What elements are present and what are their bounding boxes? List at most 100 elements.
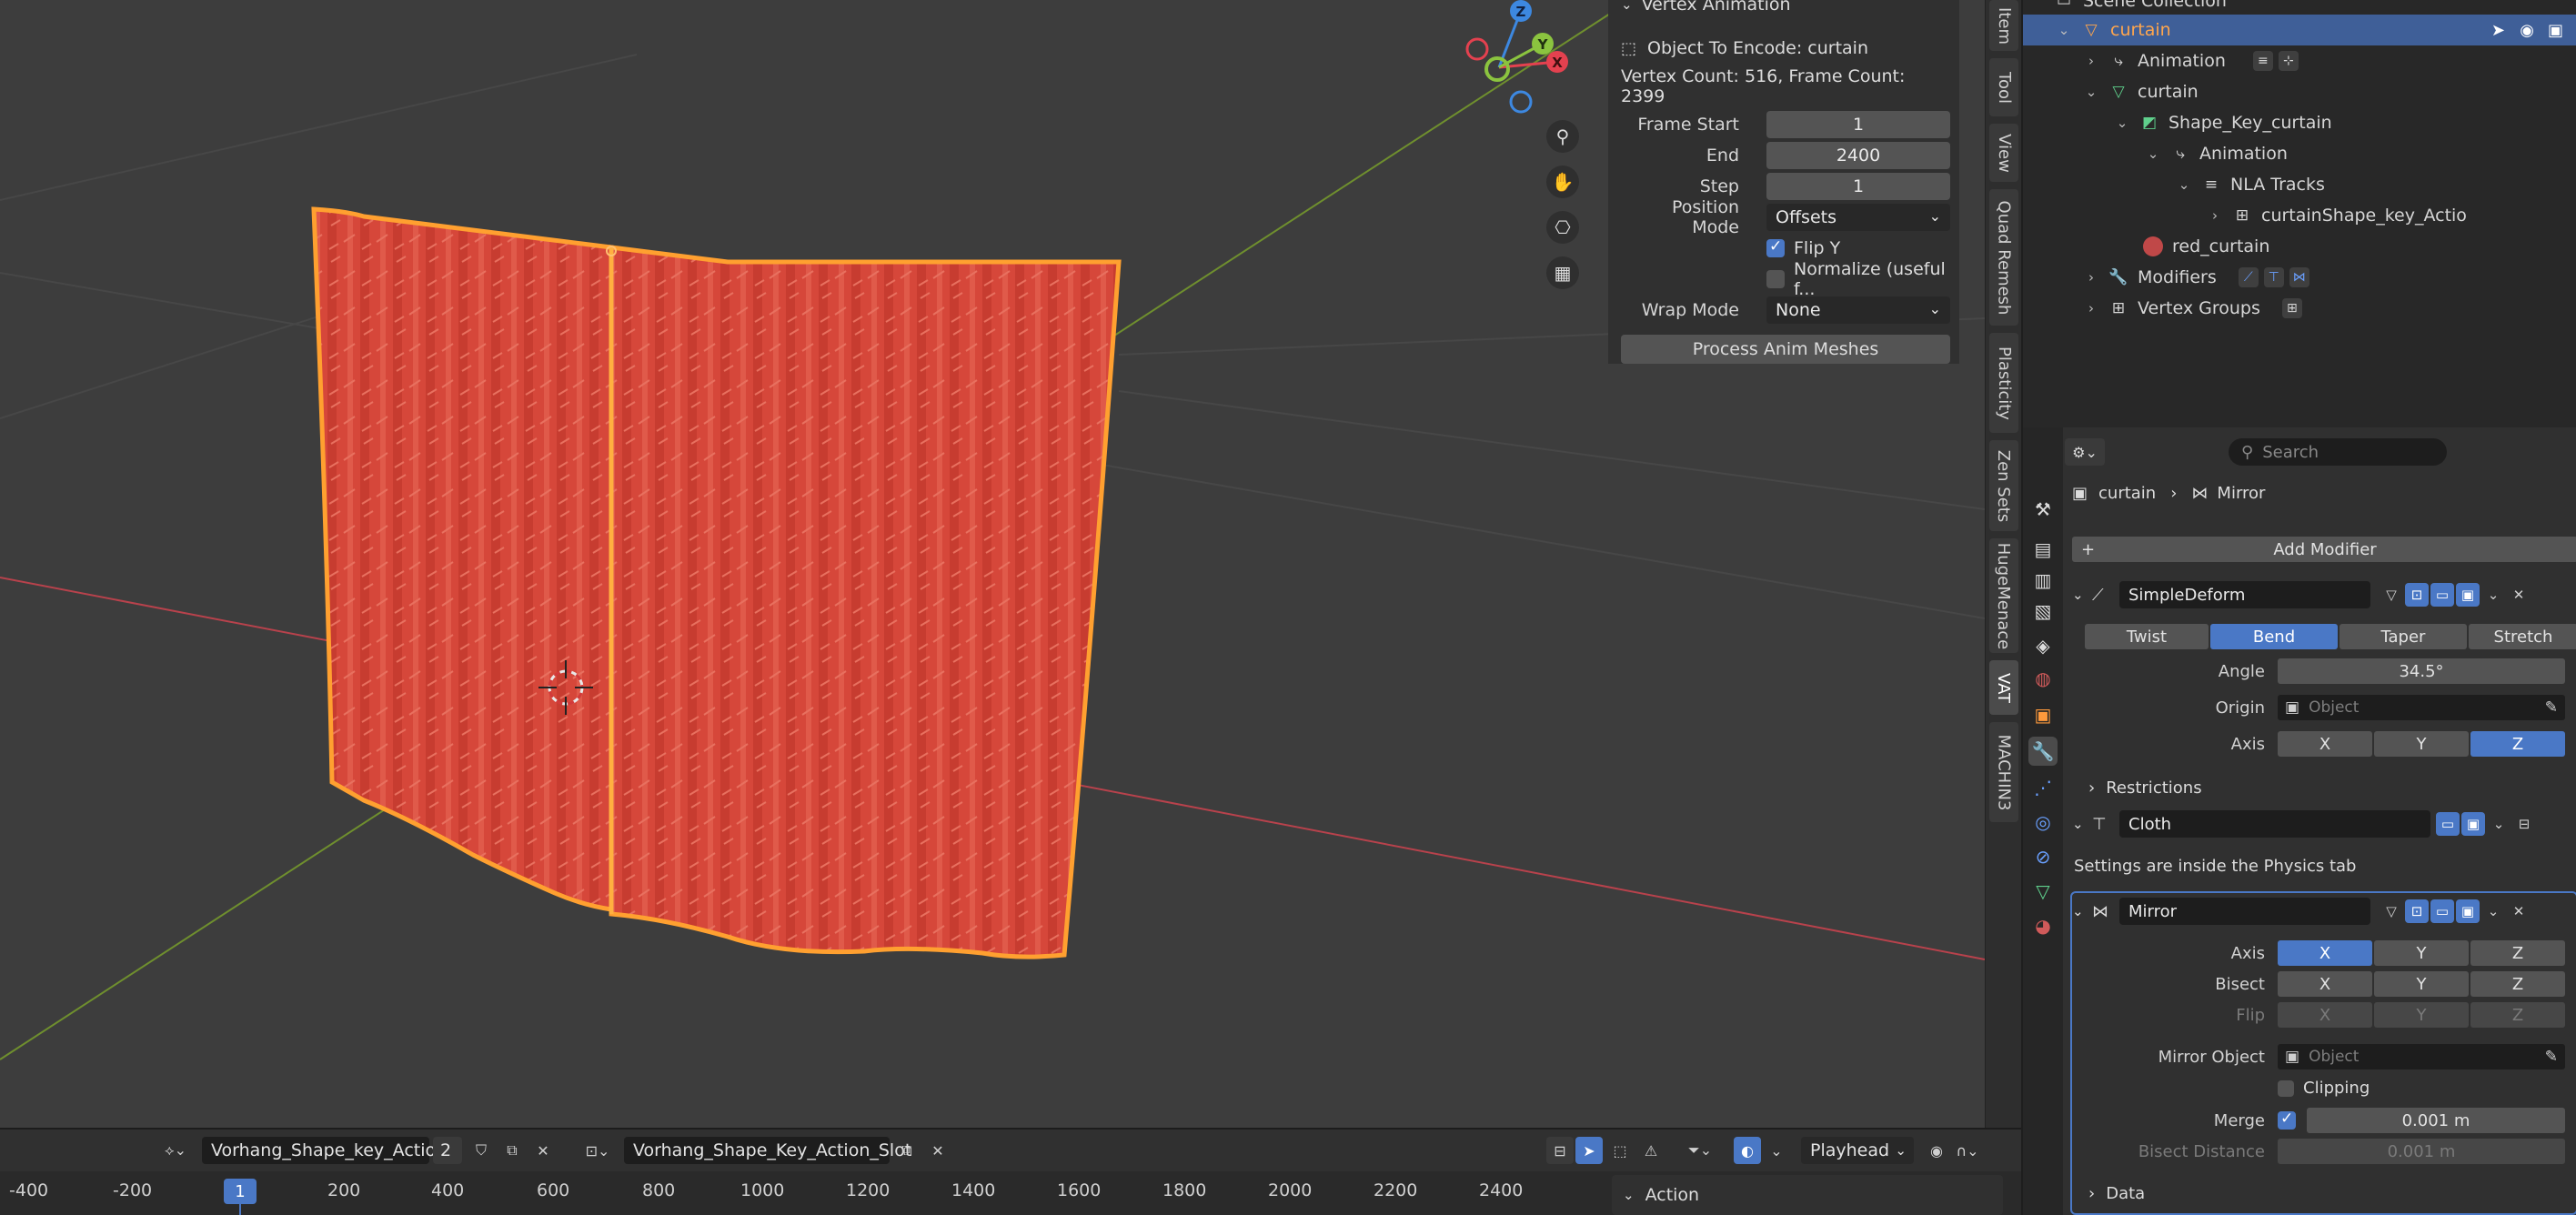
collapse-chevron-icon[interactable]: ⌄ bbox=[2072, 903, 2092, 919]
material-icon[interactable]: ◕ bbox=[2028, 911, 2058, 940]
eye-icon[interactable]: ◉ bbox=[2520, 21, 2534, 40]
action-panel-header[interactable]: ⌄ Action bbox=[1612, 1175, 2003, 1215]
process-anim-meshes-button[interactable]: Process Anim Meshes bbox=[1621, 335, 1950, 364]
realtime-display-icon[interactable]: ▭ bbox=[2436, 812, 2460, 836]
mirror-name-field[interactable]: Mirror bbox=[2119, 898, 2370, 925]
merge-checkbox[interactable] bbox=[2278, 1110, 2296, 1130]
dropdown-chevron-icon[interactable]: ⌄ bbox=[2481, 583, 2505, 607]
restrictions-subpanel[interactable]: › Restrictions bbox=[2088, 778, 2202, 798]
outliner-row-animation[interactable]: › ⤷ Animation ≡ ⊹ bbox=[2023, 45, 2576, 76]
frame-start-field[interactable]: 1 bbox=[1766, 111, 1950, 138]
duplicate-icon[interactable]: ⧉ bbox=[498, 1137, 526, 1164]
render-icon[interactable]: ▣ bbox=[2461, 812, 2485, 836]
tab-quad-remesh[interactable]: Quad Remesh bbox=[1989, 189, 2018, 326]
position-mode-select[interactable]: Offsets ⌄ bbox=[1766, 204, 1950, 231]
bisect-z-button[interactable]: Z bbox=[2470, 971, 2565, 997]
tab-zen-sets[interactable]: Zen Sets bbox=[1989, 440, 2018, 531]
bisect-x-button[interactable]: X bbox=[2278, 971, 2372, 997]
dropdown-chevron-icon[interactable]: ⌄ bbox=[2481, 899, 2505, 923]
search-input[interactable]: ⚲ Search bbox=[2229, 438, 2447, 466]
collapse-chevron-icon[interactable]: ⌄ bbox=[1621, 0, 1633, 13]
mirror-axis-y-button[interactable]: Y bbox=[2374, 940, 2469, 966]
pan-hand-icon[interactable]: ✋ bbox=[1546, 166, 1579, 198]
data-subpanel[interactable]: › Data bbox=[2088, 1184, 2145, 1203]
render-icon[interactable]: ▣ bbox=[2456, 899, 2480, 923]
step-field[interactable]: 1 bbox=[1766, 173, 1950, 200]
expand-down-icon[interactable]: ⌄ bbox=[2112, 115, 2132, 131]
modifier-wrench-icon[interactable]: 🔧 bbox=[2028, 737, 2058, 766]
mesh-data-icon[interactable]: ▽ bbox=[2028, 877, 2058, 906]
chevron-down-icon[interactable]: ⌄ bbox=[1763, 1137, 1790, 1164]
world-icon[interactable]: ◍ bbox=[2028, 664, 2058, 693]
outliner-row-nla-tracks[interactable]: ⌄ ≡ NLA Tracks bbox=[2023, 169, 2576, 200]
playhead-dropdown[interactable]: Playhead ⌄ bbox=[1801, 1137, 1914, 1164]
action-slot-field[interactable]: Vorhang_Shape_Key_Action_Slot bbox=[624, 1137, 911, 1164]
navigation-gizmo[interactable]: Z X Y bbox=[1465, 0, 1568, 114]
tab-machin3[interactable]: MACHIN3 bbox=[1989, 722, 2018, 822]
outliner-row-modifiers[interactable]: › 🔧 Modifiers ⟋ ⊤ ⋈ bbox=[2023, 262, 2576, 293]
cursor-tool-icon[interactable]: ➤ bbox=[1575, 1137, 1603, 1164]
tool-icon[interactable]: ⚒ bbox=[2028, 495, 2058, 524]
flip-y-checkbox-row[interactable]: Flip Y bbox=[1766, 235, 1950, 262]
unlink-close-icon[interactable]: ✕ bbox=[529, 1137, 557, 1164]
editor-type-dropdown[interactable]: ⚙⌄ bbox=[2065, 438, 2105, 466]
snap-icon[interactable]: ◐ bbox=[1734, 1137, 1761, 1164]
expand-right-icon[interactable]: › bbox=[2205, 207, 2225, 224]
merge-field[interactable]: 0.001 m bbox=[2307, 1108, 2565, 1133]
realtime-display-icon[interactable]: ▭ bbox=[2430, 899, 2454, 923]
scene-icon[interactable]: ◈ bbox=[2028, 631, 2058, 660]
simpledeform-header[interactable]: ⌄ ⟋ SimpleDeform ▽ ⊡ ▭ ▣ ⌄ ✕ bbox=[2072, 578, 2572, 611]
edit-mode-icon[interactable]: ▽ bbox=[2380, 899, 2403, 923]
flip-x-button[interactable]: X bbox=[2278, 1002, 2372, 1028]
physics-icon[interactable]: ◎ bbox=[2028, 808, 2058, 837]
flip-z-button[interactable]: Z bbox=[2470, 1002, 2565, 1028]
bisect-distance-field[interactable]: 0.001 m bbox=[2278, 1139, 2565, 1164]
simpledeform-name-field[interactable]: SimpleDeform bbox=[2119, 581, 2370, 608]
expand-down-icon[interactable]: ⌄ bbox=[2143, 146, 2163, 162]
action-name-field[interactable]: Vorhang_Shape_key_Action bbox=[202, 1137, 447, 1164]
outliner-row-vertex-groups[interactable]: › ⊞ Vertex Groups ⊞ bbox=[2023, 293, 2576, 324]
mirror-axis-x-button[interactable]: X bbox=[2278, 940, 2372, 966]
unlink-close-icon[interactable]: ✕ bbox=[924, 1137, 951, 1164]
angle-field[interactable]: 34.5° bbox=[2278, 658, 2565, 684]
flip-y-button[interactable]: Y bbox=[2374, 1002, 2469, 1028]
twist-button[interactable]: Twist bbox=[2085, 624, 2209, 649]
proportional-editing-icon[interactable]: ◉ bbox=[1923, 1137, 1950, 1164]
tab-vat[interactable]: VAT bbox=[1989, 660, 2018, 715]
axis-z-button[interactable]: Z bbox=[2470, 731, 2565, 757]
cloth-header[interactable]: ⌄ ⊤ Cloth ▭ ▣ ⌄ ⊟ bbox=[2072, 808, 2572, 840]
pin-icon[interactable]: ⊟ bbox=[2512, 812, 2536, 836]
render-icon[interactable]: ▣ bbox=[2456, 583, 2480, 607]
eyedropper-icon[interactable]: ✎ bbox=[2545, 1048, 2558, 1066]
clipping-checkbox-row[interactable]: Clipping bbox=[2278, 1079, 2370, 1098]
falloff-curve-icon[interactable]: ∩⌄ bbox=[1954, 1137, 1981, 1164]
edit-mode-icon[interactable]: ▽ bbox=[2380, 583, 2403, 607]
camera-icon[interactable]: ▣ bbox=[2548, 21, 2563, 40]
cloth-name-field[interactable]: Cloth bbox=[2119, 810, 2430, 838]
expand-right-icon[interactable]: › bbox=[2081, 53, 2101, 69]
tab-hugemenace[interactable]: HugeMenace bbox=[1989, 538, 2018, 653]
origin-object-field[interactable]: ▣ Object ✎ bbox=[2278, 695, 2565, 720]
stretch-button[interactable]: Stretch bbox=[2469, 624, 2576, 649]
camera-view-icon[interactable]: ⎔ bbox=[1546, 211, 1579, 244]
perspective-grid-icon[interactable]: ▦ bbox=[1546, 256, 1579, 289]
realtime-display-icon[interactable]: ▭ bbox=[2430, 583, 2454, 607]
constraints-icon[interactable]: ⊘ bbox=[2028, 842, 2058, 871]
end-field[interactable]: 2400 bbox=[1766, 142, 1950, 169]
duplicate-icon[interactable]: ⧉ bbox=[893, 1137, 921, 1164]
action-type-dropdown[interactable]: ⟡⌄ bbox=[155, 1137, 196, 1164]
particles-icon[interactable]: ⋰ bbox=[2028, 773, 2058, 802]
axis-x-button[interactable]: X bbox=[2278, 731, 2372, 757]
collapse-chevron-icon[interactable]: ⌄ bbox=[2072, 587, 2092, 603]
outliner-row-material[interactable]: red_curtain bbox=[2023, 231, 2576, 262]
mirror-axis-z-button[interactable]: Z bbox=[2470, 940, 2565, 966]
object-properties-icon[interactable]: ▣ bbox=[2028, 700, 2058, 729]
outliner-row-curtain[interactable]: ⌄ ▽ curtain ➤ ◉ ▣ bbox=[2023, 15, 2576, 45]
curtain-right-panel[interactable] bbox=[609, 245, 1122, 959]
outliner-row-action[interactable]: › ⊞ curtainShape_key_Actio bbox=[2023, 200, 2576, 231]
zoom-icon[interactable]: ⚲ bbox=[1546, 120, 1579, 153]
collapse-chevron-icon[interactable]: ⌄ bbox=[1623, 1187, 1635, 1203]
tab-tool[interactable]: Tool bbox=[1989, 58, 2018, 116]
collapse-chevron-icon[interactable]: ⌄ bbox=[2072, 816, 2092, 832]
mirror-object-field[interactable]: ▣ Object ✎ bbox=[2278, 1044, 2565, 1069]
